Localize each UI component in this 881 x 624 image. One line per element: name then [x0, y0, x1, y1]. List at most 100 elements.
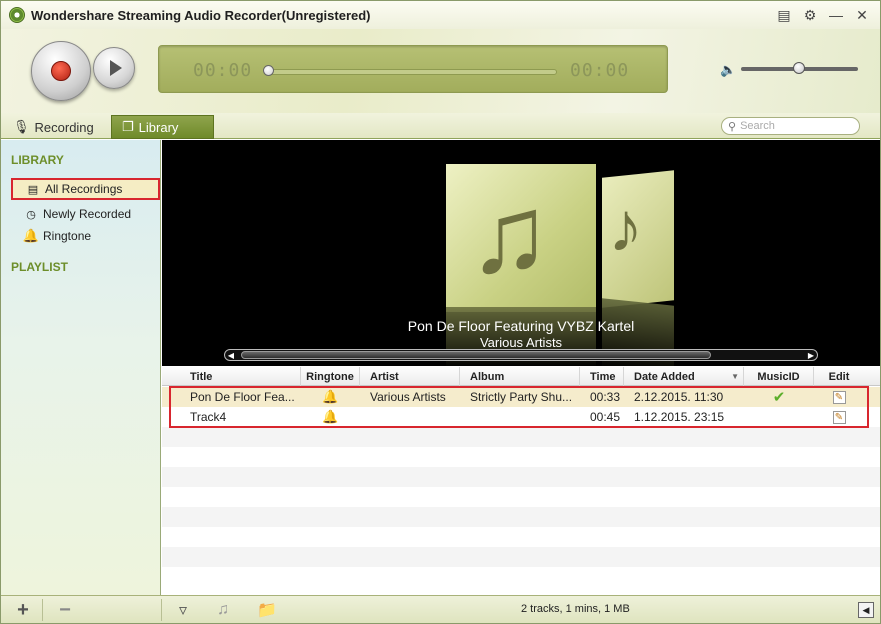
app-window: Wondershare Streaming Audio Recorder(Unr…	[0, 0, 881, 624]
search-box: ⚲	[721, 117, 860, 135]
export-music-icon[interactable]: ♫	[211, 600, 235, 620]
settings-gear-icon[interactable]: ⚙	[800, 6, 820, 24]
collapse-panel-icon[interactable]: ◀	[858, 602, 874, 618]
bottom-toolbar: + − ▿ ♫ 📁 2 tracks, 1 mins, 1 MB ◀	[1, 595, 880, 623]
register-icon[interactable]: ▤	[774, 6, 794, 24]
tab-recording-label: Recording	[34, 119, 94, 135]
empty-row	[162, 527, 880, 547]
row-album: Strictly Party Shu...	[470, 390, 573, 404]
music-note-icon: ♪	[608, 188, 643, 266]
microphone-icon: 🎙	[13, 119, 30, 134]
sidebar-item-label: All Recordings	[45, 182, 123, 196]
cover-flow: ♫ ♪ Pon De Floor Featuring VYBZ Kartel V…	[162, 140, 880, 366]
row-date-added: 1.12.2015. 23:15	[634, 410, 725, 424]
table-row[interactable]: Track4 🔔 00:45 1.12.2015. 23:15 ✎	[162, 407, 880, 427]
window-title: Wondershare Streaming Audio Recorder(Unr…	[31, 7, 371, 23]
close-button[interactable]: ✕	[852, 6, 872, 24]
column-album[interactable]: Album	[460, 367, 580, 386]
row-ringtone[interactable]: 🔔	[301, 387, 360, 407]
toolbar-separator	[42, 599, 43, 621]
playlist-heading: PLAYLIST	[11, 260, 68, 274]
play-icon	[110, 60, 122, 76]
library-heading: LIBRARY	[11, 153, 64, 167]
progress-slider-knob[interactable]	[263, 65, 274, 76]
sidebar-item-label: Newly Recorded	[43, 207, 132, 221]
progress-track[interactable]	[265, 69, 557, 75]
sort-descending-icon: ▼	[731, 372, 739, 381]
empty-row	[162, 567, 880, 587]
cover-track-title: Pon De Floor Featuring VYBZ Kartel	[407, 318, 635, 334]
empty-row	[162, 547, 880, 567]
coverflow-scrollbar[interactable]: ◀ ▶	[224, 349, 818, 361]
column-ringtone[interactable]: Ringtone	[301, 367, 360, 386]
remove-button[interactable]: −	[53, 599, 77, 621]
sidebar-item-ringtone[interactable]: 🔔 Ringtone	[22, 225, 91, 247]
filter-icon[interactable]: ▿	[171, 600, 195, 620]
column-date-added-label: Date Added	[634, 370, 695, 383]
scroll-left-icon[interactable]: ◀	[225, 349, 237, 361]
tab-recording[interactable]: 🎙 Recording	[3, 115, 105, 139]
bell-icon: 🔔	[322, 389, 339, 404]
open-folder-icon[interactable]: 📁	[255, 600, 279, 620]
tab-bar: 🎙 Recording ❐ Library ⚲	[1, 113, 880, 139]
sidebar-item-newly-recorded[interactable]: ◷ Newly Recorded	[25, 203, 131, 225]
column-artist[interactable]: Artist	[360, 367, 460, 386]
bell-icon: 🔔	[22, 228, 40, 243]
title-bar: Wondershare Streaming Audio Recorder(Unr…	[1, 1, 880, 29]
row-title: Pon De Floor Fea...	[190, 390, 295, 404]
music-note-icon: ♫	[468, 173, 551, 296]
search-icon: ⚲	[728, 120, 737, 133]
minimize-button[interactable]: —	[826, 6, 846, 24]
checkmark-icon: ✔	[772, 389, 786, 406]
record-button[interactable]	[31, 41, 91, 101]
coverflow-scroll-thumb[interactable]	[241, 351, 711, 359]
add-button[interactable]: +	[11, 599, 35, 621]
row-title: Track4	[190, 410, 227, 424]
player-panel: 00:00 00:00 🔈	[1, 29, 880, 113]
table-header: Title Ringtone Artist Album Time Date Ad…	[162, 367, 880, 386]
row-time: 00:33	[590, 390, 621, 404]
bell-icon: 🔔	[322, 409, 339, 424]
row-date-added: 2.12.2015. 11:30	[634, 390, 724, 404]
row-time: 00:45	[590, 410, 621, 424]
volume-speaker-icon[interactable]: 🔈	[720, 62, 736, 77]
column-musicid[interactable]: MusicID	[744, 367, 814, 386]
volume-slider-knob[interactable]	[793, 62, 806, 74]
remaining-time: 00:00	[570, 60, 630, 81]
library-icon: ❐	[122, 119, 134, 134]
clock-icon: ◷	[26, 208, 36, 221]
column-time[interactable]: Time	[580, 367, 624, 386]
row-musicid	[744, 407, 814, 427]
app-logo-icon	[9, 7, 25, 23]
search-input[interactable]	[740, 120, 851, 132]
tab-library-label: Library	[138, 119, 179, 135]
edit-pencil-icon: ✎	[832, 410, 846, 424]
record-dot-icon	[51, 61, 71, 81]
scroll-right-icon[interactable]: ▶	[805, 349, 817, 361]
play-button[interactable]	[93, 47, 135, 89]
column-date-added[interactable]: Date Added ▼	[624, 367, 744, 386]
edit-pencil-icon: ✎	[832, 390, 846, 404]
column-edit[interactable]: Edit	[814, 367, 864, 386]
empty-row	[162, 427, 880, 447]
sidebar-item-all-recordings[interactable]: ▤ All Recordings	[11, 178, 160, 200]
empty-row	[162, 447, 880, 467]
row-artist	[360, 407, 460, 427]
sidebar: LIBRARY ▤ All Recordings ◷ Newly Recorde…	[1, 140, 161, 595]
row-musicid: ✔	[744, 387, 814, 407]
table-row[interactable]: Pon De Floor Fea... 🔔 Various Artists St…	[162, 387, 880, 407]
empty-row	[162, 487, 880, 507]
row-edit[interactable]: ✎	[814, 407, 864, 427]
row-album	[460, 407, 580, 427]
status-text: 2 tracks, 1 mins, 1 MB	[521, 603, 630, 615]
tab-library[interactable]: ❐ Library	[111, 115, 214, 139]
empty-row	[162, 467, 880, 487]
row-edit[interactable]: ✎	[814, 387, 864, 407]
cover-track-artist: Various Artists	[479, 335, 563, 350]
recordings-list-icon: ▤	[27, 183, 39, 196]
toolbar-separator	[161, 599, 162, 621]
row-ringtone[interactable]: 🔔	[301, 407, 360, 427]
column-title[interactable]: Title	[162, 367, 301, 386]
elapsed-time: 00:00	[193, 60, 253, 81]
lcd-display: 00:00 00:00	[158, 45, 668, 93]
